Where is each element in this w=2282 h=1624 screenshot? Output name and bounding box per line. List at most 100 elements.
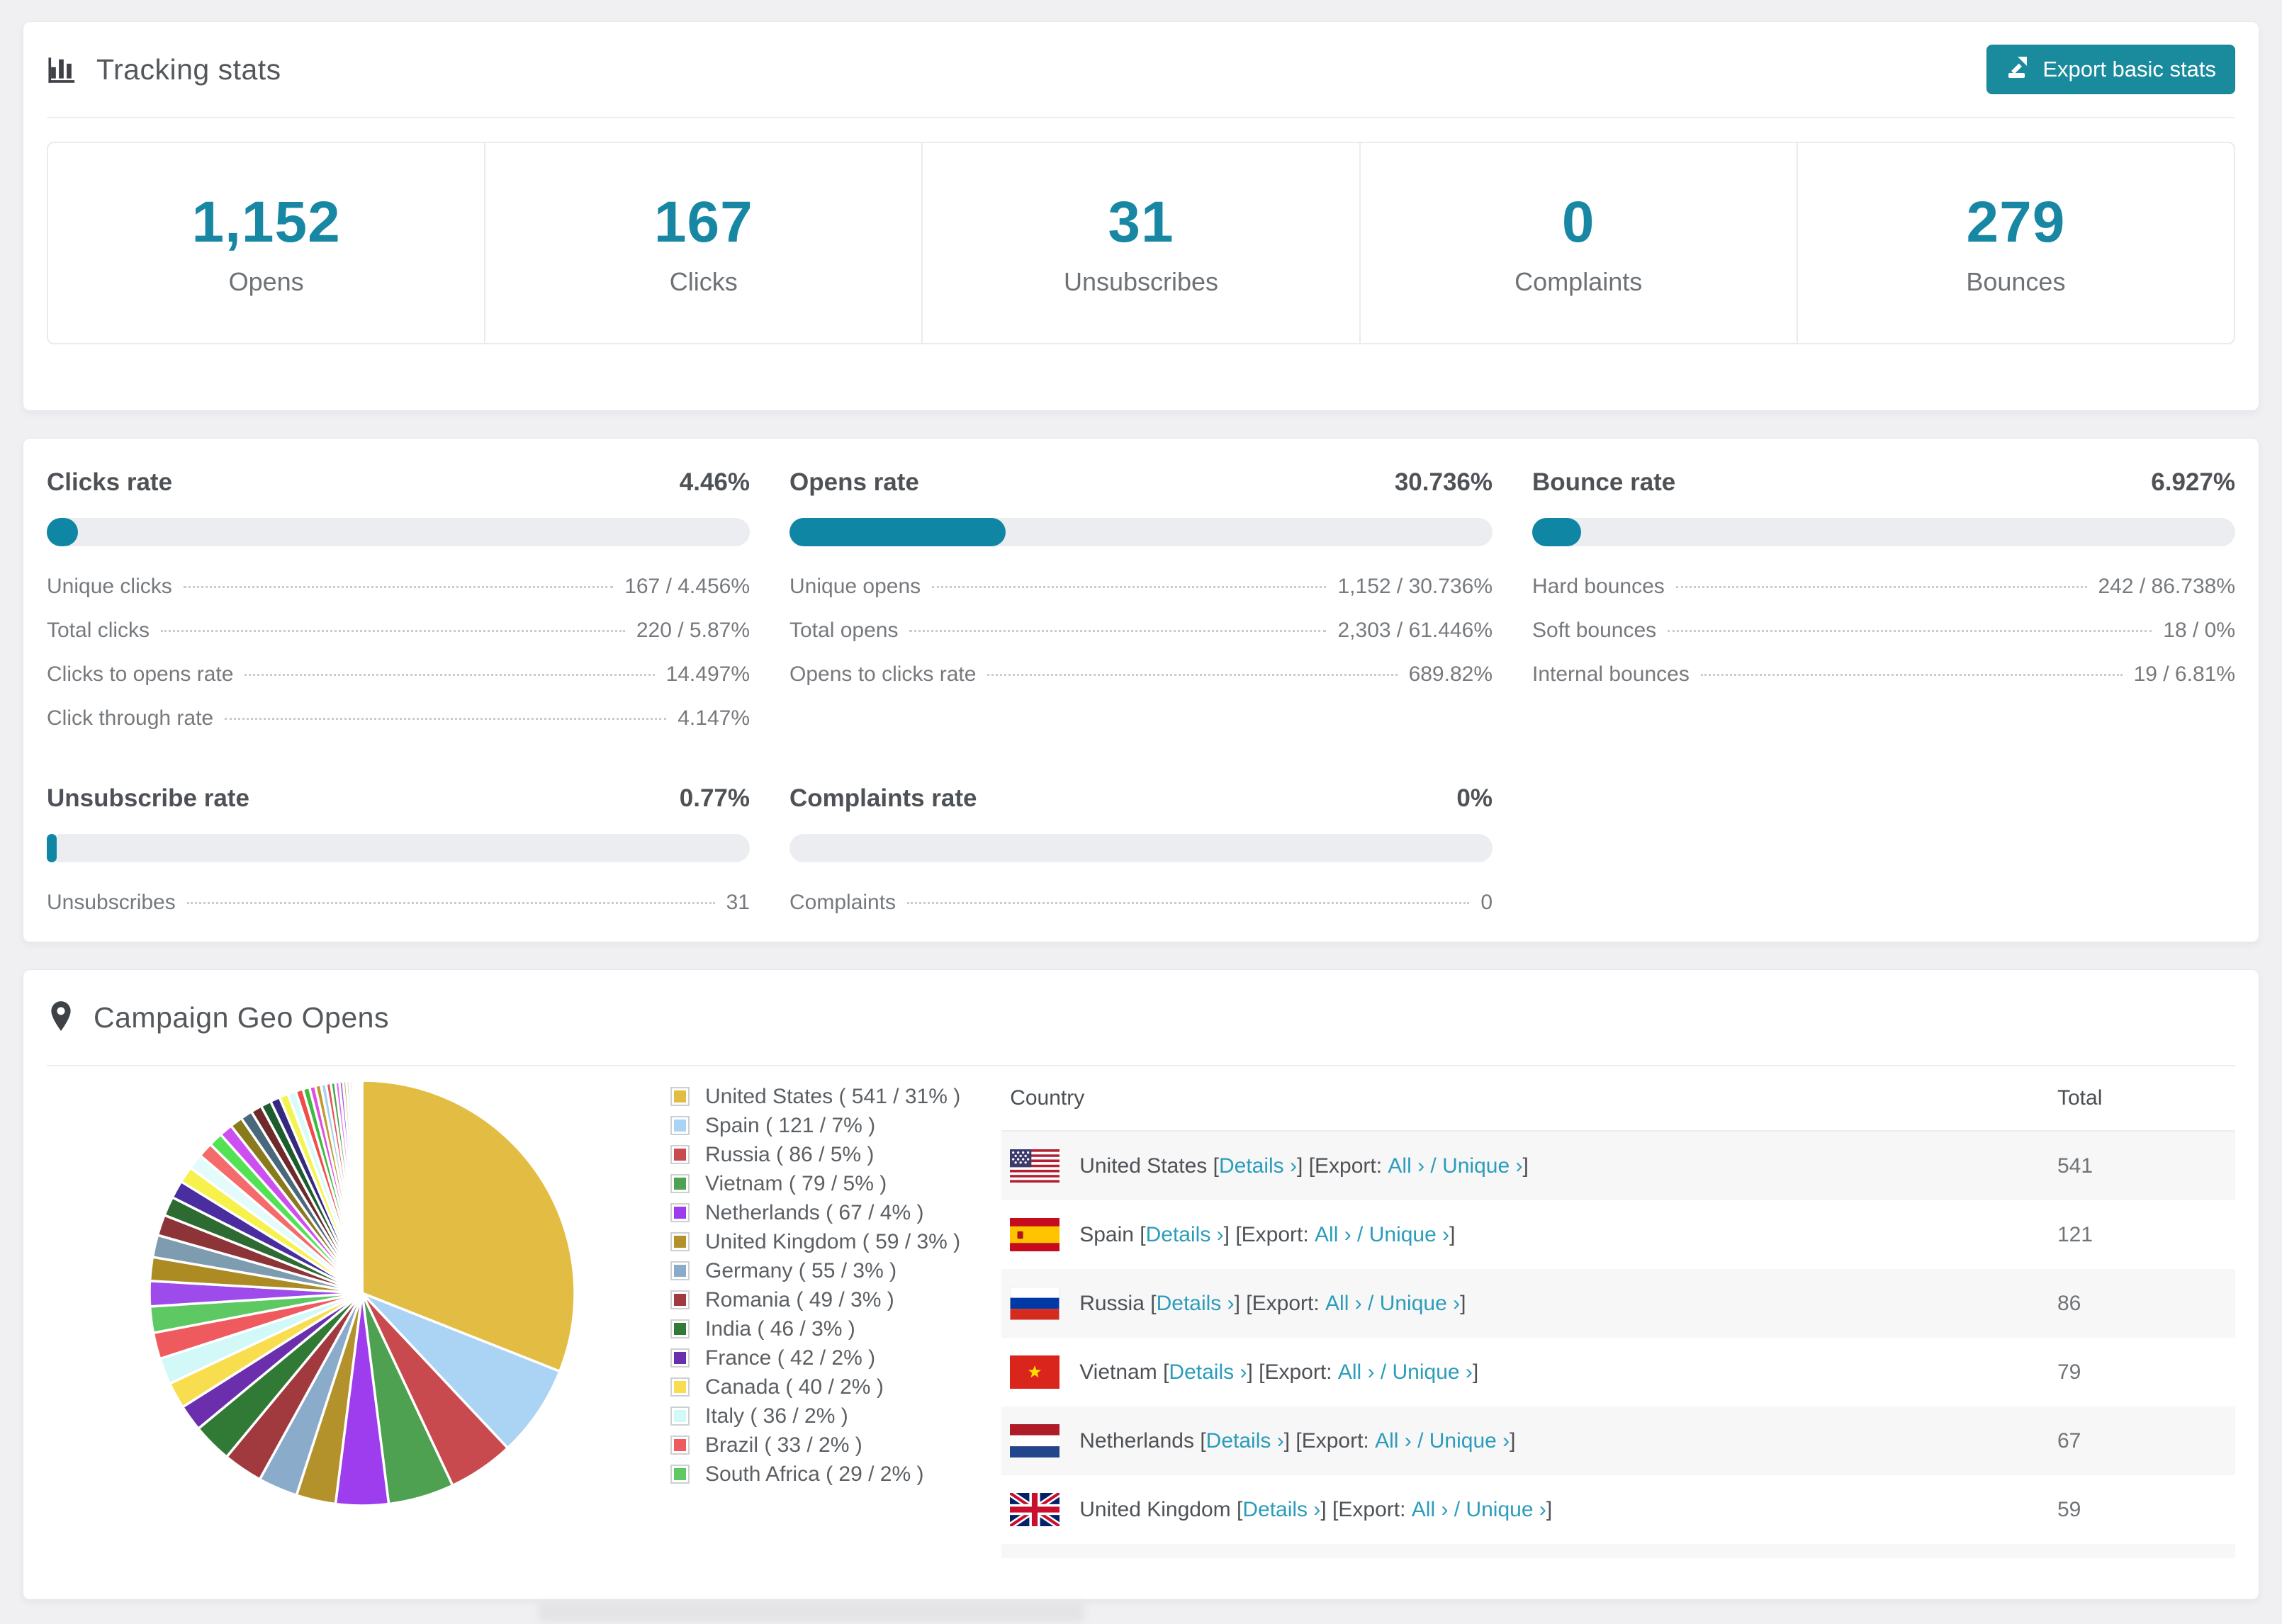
geo-content: United States ( 541 / 31% ) Spain ( 121 /… <box>47 1066 2235 1558</box>
legend-label: Canada ( 40 / 2% ) <box>705 1375 884 1399</box>
details-link[interactable]: Details › <box>1157 1292 1235 1316</box>
bracket: ] <box>1472 1360 1479 1384</box>
export-unique-link[interactable]: Unique › <box>1369 1223 1449 1247</box>
rate-section-unsubscribe-rate: Unsubscribe rate 0.77% Unsubscribes 31 <box>47 784 750 925</box>
rate-value: 0% <box>1456 784 1493 812</box>
rate-section-clicks-rate: Clicks rate 4.46% Unique clicks 167 / 4.456… <box>47 468 750 740</box>
legend-item-it: Italy ( 36 / 2% ) <box>670 1402 960 1431</box>
bracket: [ <box>1213 1154 1219 1178</box>
export-all-link[interactable]: All › <box>1338 1360 1381 1385</box>
stat-label: Complaints <box>1514 267 1643 296</box>
country-name: United Kingdom <box>1079 1497 1237 1521</box>
geo-legend: United States ( 541 / 31% ) Spain ( 121 /… <box>670 1082 960 1489</box>
country-name: Vietnam <box>1079 1360 1164 1384</box>
details-link[interactable]: Details › <box>1219 1154 1297 1178</box>
rate-detail-label: Hard bounces <box>1532 575 1665 598</box>
rate-progress-track <box>1532 518 2235 546</box>
stat-label: Unsubscribes <box>1063 267 1219 296</box>
rate-detail-row: Complaints 0 <box>789 881 1493 925</box>
legend-label: South Africa ( 29 / 2% ) <box>705 1462 924 1486</box>
bracket: [ <box>1163 1360 1169 1384</box>
export-unique-link[interactable]: Unique › <box>1466 1498 1546 1522</box>
rate-section-opens-rate: Opens rate 30.736% Unique opens 1,152 / 30.… <box>789 468 1493 740</box>
geo-table-row-nl: Netherlands [Details ›] [Export: All › /… <box>1001 1406 2235 1475</box>
legend-item-gb: United Kingdom ( 59 / 3% ) <box>670 1227 960 1256</box>
geo-table-header-row: Country Total <box>1001 1066 2235 1132</box>
export-all-link[interactable]: All › <box>1375 1429 1417 1453</box>
geo-table: Country Total United States [Details ›] … <box>1001 1066 2235 1558</box>
dotted-leader <box>244 674 655 676</box>
rate-value: 6.927% <box>2151 468 2235 496</box>
export-unique-link[interactable]: Unique › <box>1442 1154 1522 1178</box>
rates-card: Clicks rate 4.46% Unique clicks 167 / 4.456… <box>23 438 2259 942</box>
bracket: ] <box>1320 1497 1333 1521</box>
rate-value: 0.77% <box>679 784 750 812</box>
nl-flag-icon <box>1010 1424 1060 1457</box>
rate-detail-row: Unique clicks 167 / 4.456% <box>47 565 750 609</box>
legend-label: Spain ( 121 / 7% ) <box>705 1113 876 1137</box>
details-link[interactable]: Details › <box>1206 1429 1284 1453</box>
country-total: 541 <box>2057 1154 2093 1178</box>
campaign-geo-opens-card: Campaign Geo Opens United States ( 541 /… <box>23 969 2259 1600</box>
bracket: [ <box>1237 1497 1243 1521</box>
tracking-stats-card: Tracking stats Export basic stats 1,152 O… <box>23 21 2259 411</box>
export-label: [Export: <box>1235 1222 1315 1246</box>
below-fold-shadow <box>539 1602 1084 1622</box>
rate-detail-label: Total clicks <box>47 619 150 642</box>
legend-swatch <box>670 1319 690 1338</box>
country-name: Spain <box>1079 1222 1140 1246</box>
dotted-leader <box>907 902 1470 904</box>
geo-pie-chart <box>142 1071 582 1513</box>
geo-title: Campaign Geo Opens <box>94 1000 389 1034</box>
rate-value: 30.736% <box>1394 468 1493 496</box>
rate-detail-value: 0 <box>1480 891 1493 914</box>
map-pin-icon <box>47 1000 75 1035</box>
stat-box-clicks: 167 Clicks <box>485 143 923 343</box>
details-link[interactable]: Details › <box>1242 1498 1320 1522</box>
rate-detail-value: 18 / 0% <box>2163 619 2235 642</box>
rate-detail-row: Hard bounces 242 / 86.738% <box>1532 565 2235 609</box>
rate-detail-value: 242 / 86.738% <box>2098 575 2236 598</box>
rate-detail-row: Opens to clicks rate 689.82% <box>789 653 1493 697</box>
export-all-link[interactable]: All › <box>1412 1498 1454 1522</box>
export-label: [Export: <box>1332 1497 1412 1521</box>
geo-table-wrap: Country Total United States [Details ›] … <box>1001 1066 2235 1558</box>
export-all-link[interactable]: All › <box>1325 1292 1368 1316</box>
bracket: ] <box>1297 1154 1309 1178</box>
ru-flag-icon <box>1010 1287 1060 1320</box>
legend-item-in: India ( 46 / 3% ) <box>670 1314 960 1343</box>
legend-item-de: Germany ( 55 / 3% ) <box>670 1256 960 1285</box>
export-all-link[interactable]: All › <box>1388 1154 1430 1178</box>
vn-flag-icon <box>1010 1355 1060 1389</box>
bracket: [ <box>1150 1291 1157 1315</box>
rate-detail-row: Total opens 2,303 / 61.446% <box>789 609 1493 653</box>
details-link[interactable]: Details › <box>1169 1360 1247 1385</box>
export-all-link[interactable]: All › <box>1315 1223 1357 1247</box>
details-link[interactable]: Details › <box>1146 1223 1224 1247</box>
legend-label: United States ( 541 / 31% ) <box>705 1084 961 1108</box>
rate-detail-row: Soft bounces 18 / 0% <box>1532 609 2235 653</box>
rate-detail-label: Total opens <box>789 619 899 642</box>
country-name: United States <box>1079 1154 1213 1178</box>
export-unique-link[interactable]: Unique › <box>1393 1360 1473 1385</box>
legend-label: France ( 42 / 2% ) <box>705 1346 876 1370</box>
bracket: ] <box>1223 1222 1236 1246</box>
stat-value: 31 <box>1108 190 1174 254</box>
bracket: [ <box>1200 1428 1206 1453</box>
export-basic-stats-button[interactable]: Export basic stats <box>1986 45 2235 94</box>
us-flag-icon <box>1010 1149 1060 1183</box>
export-unique-link[interactable]: Unique › <box>1380 1292 1460 1316</box>
legend-swatch <box>670 1232 690 1251</box>
rate-title: Unsubscribe rate <box>47 784 249 812</box>
slash: / <box>1368 1291 1380 1315</box>
rate-detail-row: Total clicks 220 / 5.87% <box>47 609 750 653</box>
bracket: [ <box>1140 1222 1146 1246</box>
export-unique-link[interactable]: Unique › <box>1429 1429 1510 1453</box>
pie-slice-49[interactable] <box>359 1079 364 1295</box>
geo-table-row-gb: United Kingdom [Details ›] [Export: All … <box>1001 1475 2235 1544</box>
rate-section-bounce-rate: Bounce rate 6.927% Hard bounces 242 / 86.73… <box>1532 468 2235 740</box>
bracket: ] <box>1546 1497 1553 1521</box>
rate-detail-row: Unsubscribes 31 <box>47 881 750 925</box>
stat-box-bounces: 279 Bounces <box>1798 143 2234 343</box>
legend-swatch <box>670 1145 690 1164</box>
